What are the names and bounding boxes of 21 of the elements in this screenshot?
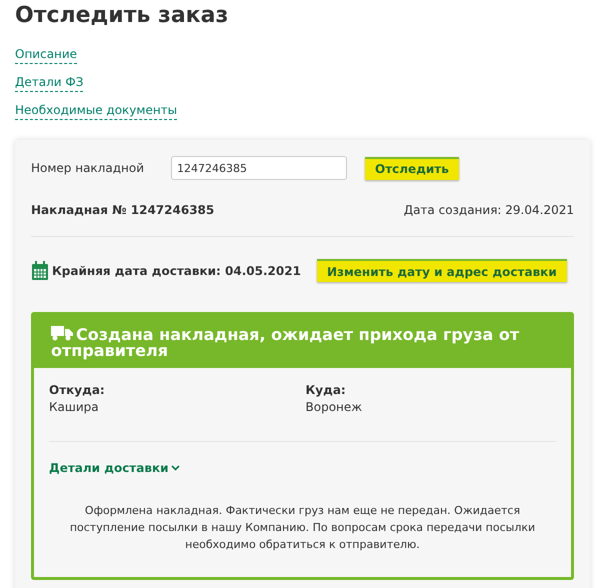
change-delivery-button[interactable]: Изменить дату и адрес доставки: [316, 259, 567, 282]
delivery-details-link[interactable]: Детали доставки: [49, 459, 180, 477]
waybill-number: Накладная № 1247246385: [31, 202, 214, 219]
track-button[interactable]: Отследить: [365, 156, 459, 180]
page-title: Отследить заказ: [14, 2, 230, 30]
to-city: Воронеж: [306, 399, 364, 416]
from-city: Кашира: [49, 399, 100, 416]
dashed-link[interactable]: Детали ФЗ: [15, 73, 84, 92]
dashed-link[interactable]: Необходимые документы: [15, 101, 178, 120]
status-title: Создана накладная, ожидает прихода груза от отправителя: [51, 325, 520, 359]
from-label: Откуда:: [49, 382, 106, 399]
chevron-down-icon: [170, 465, 180, 471]
field-label: Номер накладной: [31, 160, 145, 177]
truck-icon: [51, 325, 73, 341]
to-label: Куда:: [306, 382, 347, 399]
waybill-input[interactable]: 1247246385: [171, 156, 347, 180]
dashed-link[interactable]: Описание: [15, 45, 78, 64]
calendar-icon: [31, 260, 49, 280]
status-message: Оформлена накладная. Фактически груз нам еще не передан. Ожидается поступление посылки в нашу Компанию. По вопросам срока передачи посылки необходимо обратиться к отправителю.: [68, 503, 536, 553]
delivery-deadline: Крайняя дата доставки: 04.05.2021: [52, 262, 301, 280]
creation-date: Дата создания: 29.04.2021: [404, 202, 574, 219]
